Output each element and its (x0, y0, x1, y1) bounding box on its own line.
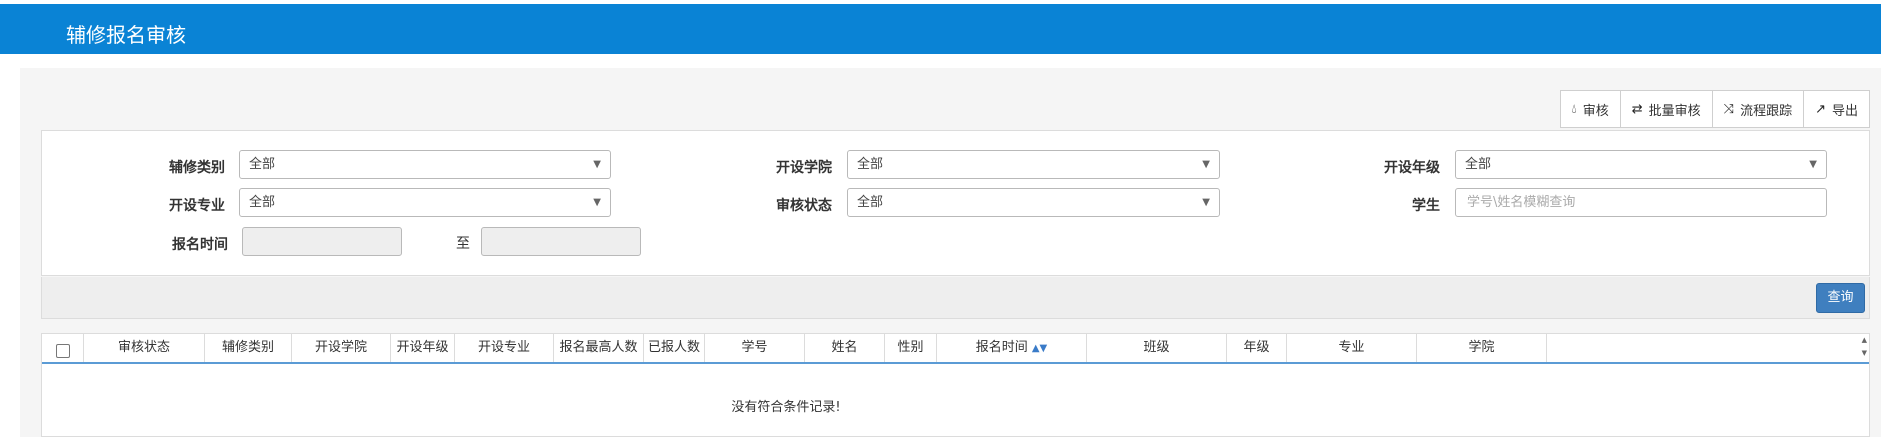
major-select[interactable]: 全部 ▼ (239, 188, 611, 217)
column-header[interactable]: 报名最高人数 (554, 334, 644, 362)
review-button-label: 审核 (1582, 103, 1609, 119)
batch-review-button[interactable]: ⇄ 批量审核 (1621, 91, 1713, 127)
grade-select[interactable]: 全部 ▼ (1455, 150, 1827, 179)
results-table: 审核状态 辅修类别 开设学院 开设年级 开设专业 报名最高人数 已报人数 学号 … (41, 333, 1870, 437)
export-button[interactable]: ↗ 导出 (1804, 91, 1869, 127)
action-toolbar: 💧︎ 审核 ⇄ 批量审核 ⤨ 流程跟踪 ↗ 导出 (1559, 90, 1870, 128)
drop-icon: 💧︎ (1571, 101, 1577, 117)
column-header[interactable]: 学号 (705, 334, 805, 362)
minor-type-value: 全部 (249, 157, 276, 172)
column-header[interactable]: 开设专业 (455, 334, 554, 362)
column-header[interactable]: 开设年级 (391, 334, 455, 362)
sort-icon: ▲▼ (1031, 343, 1048, 354)
college-value: 全部 (857, 157, 884, 172)
student-label: 学生 (1412, 198, 1440, 214)
chevron-down-icon: ▼ (1202, 197, 1210, 208)
random-icon: ⤨ (1723, 101, 1735, 117)
select-all-checkbox[interactable] (56, 344, 70, 358)
page-header: 辅修报名审核 (0, 4, 1881, 54)
review-status-value: 全部 (857, 195, 884, 210)
student-search-placeholder: 学号\姓名模糊查询 (1467, 195, 1576, 210)
chevron-down-icon: ▼ (1202, 159, 1210, 170)
table-header: 审核状态 辅修类别 开设学院 开设年级 开设专业 报名最高人数 已报人数 学号 … (42, 334, 1869, 364)
page-title: 辅修报名审核 (66, 23, 186, 47)
scroll-up-icon[interactable]: ▲ (1862, 336, 1867, 344)
column-header-label: 报名时间 (975, 340, 1028, 355)
review-status-label: 审核状态 (776, 198, 832, 214)
student-search-input[interactable]: 学号\姓名模糊查询 (1455, 188, 1827, 217)
export-button-label: 导出 (1831, 103, 1858, 119)
column-header[interactable]: 班级 (1087, 334, 1227, 362)
review-status-select[interactable]: 全部 ▼ (847, 188, 1220, 217)
chevron-down-icon: ▼ (593, 159, 601, 170)
chevron-down-icon: ▼ (1809, 159, 1817, 170)
exchange-icon: ⇄ (1631, 101, 1643, 117)
minor-type-select[interactable]: 全部 ▼ (239, 150, 611, 179)
review-button[interactable]: 💧︎ 审核 (1561, 91, 1621, 127)
column-header[interactable]: 辅修类别 (205, 334, 292, 362)
major-label: 开设专业 (169, 198, 225, 214)
college-label: 开设学院 (776, 160, 832, 176)
date-range-separator: 至 (456, 236, 470, 252)
query-action-bar: 查询 (41, 277, 1870, 319)
column-header[interactable]: 性别 (885, 334, 937, 362)
empty-table-message: 没有符合条件记录! (731, 400, 841, 415)
signup-time-column-header[interactable]: 报名时间 ▲▼ (937, 334, 1087, 362)
column-header[interactable]: 审核状态 (84, 334, 205, 362)
signup-time-label: 报名时间 (172, 237, 228, 253)
column-header[interactable]: 开设学院 (292, 334, 391, 362)
process-tracking-button-label: 流程跟踪 (1740, 103, 1793, 119)
export-icon: ↗ (1815, 101, 1826, 117)
column-header[interactable]: 已报人数 (644, 334, 705, 362)
signup-start-date-input[interactable] (242, 227, 402, 256)
grade-label: 开设年级 (1384, 160, 1440, 176)
column-header[interactable]: 专业 (1287, 334, 1417, 362)
main-content: 💧︎ 审核 ⇄ 批量审核 ⤨ 流程跟踪 ↗ 导出 辅修类别 全部 ▼ 开设学院 … (20, 68, 1881, 437)
chevron-down-icon: ▼ (593, 197, 601, 208)
batch-review-button-label: 批量审核 (1648, 103, 1701, 119)
process-tracking-button[interactable]: ⤨ 流程跟踪 (1713, 91, 1805, 127)
major-value: 全部 (249, 195, 276, 210)
signup-end-date-input[interactable] (481, 227, 641, 256)
scroll-down-icon[interactable]: ▼ (1862, 349, 1867, 357)
minor-type-label: 辅修类别 (169, 160, 225, 176)
select-all-cell (42, 334, 84, 362)
column-header[interactable]: 学院 (1417, 334, 1547, 362)
column-header[interactable]: 年级 (1227, 334, 1287, 362)
column-header[interactable]: 姓名 (805, 334, 885, 362)
college-select[interactable]: 全部 ▼ (847, 150, 1220, 179)
grade-value: 全部 (1465, 157, 1492, 172)
query-button[interactable]: 查询 (1816, 283, 1865, 313)
filter-panel: 辅修类别 全部 ▼ 开设学院 全部 ▼ 开设年级 全部 ▼ 开设专业 全部 ▼ … (41, 130, 1870, 276)
